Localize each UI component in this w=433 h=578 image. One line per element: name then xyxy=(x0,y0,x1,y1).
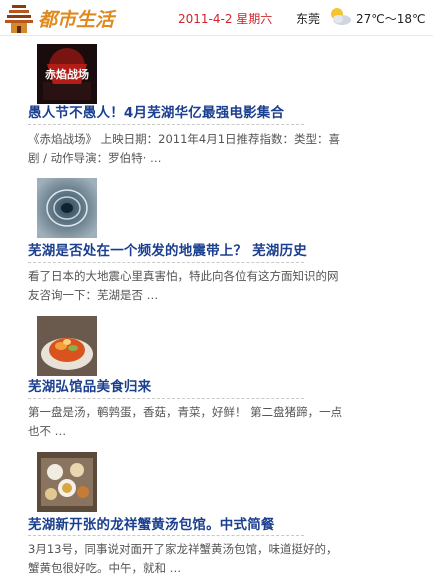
earthquake-photo-thumbnail[interactable] xyxy=(37,178,97,238)
site-logo[interactable]: 都市生活 xyxy=(2,1,152,35)
page-header: 都市生活 2011-4-2 星期六 东莞 27℃～18℃ xyxy=(0,0,433,36)
article-title[interactable]: 芜湖是否处在一个频发的地震带上？ 芜湖历史 xyxy=(28,239,408,259)
article-excerpt: 第一盘是汤，鹌鹑蛋，香菇，青菜，好鲜！ 第二盘猪蹄，一点 也不 … xyxy=(28,403,363,441)
soup-dumpling-photo-thumbnail[interactable] xyxy=(37,452,97,512)
article-title[interactable]: 芜湖新开张的龙祥蟹黄汤包馆。中式简餐 xyxy=(28,513,408,533)
poster-title: 赤焰战场 xyxy=(45,67,89,81)
title-divider xyxy=(28,124,304,125)
article-item: 赤焰战场 愚人节不愚人！4月芜湖华亿最强电影集合 《赤焰战场》 上映日期：201… xyxy=(28,44,408,169)
title-divider xyxy=(28,262,304,263)
partly-cloudy-icon xyxy=(331,8,351,25)
excerpt-line: 友咨询一下：芜湖是否 … xyxy=(28,288,159,302)
excerpt-line: 第一盘是汤，鹌鹑蛋，香菇，青菜，好鲜！ 第二盘猪蹄，一点 xyxy=(28,405,343,419)
article-item: 芜湖弘馆品美食归来 第一盘是汤，鹌鹑蛋，香菇，青菜，好鲜！ 第二盘猪蹄，一点 也… xyxy=(28,316,408,442)
title-divider xyxy=(28,535,304,536)
article-excerpt: 《赤焰战场》 上映日期：2011年4月1日推荐指数：类型：喜 剧 / 动作导演：… xyxy=(28,130,363,168)
article-title[interactable]: 愚人节不愚人！4月芜湖华亿最强电影集合 xyxy=(28,101,408,121)
excerpt-line: 《赤焰战场》 上映日期：2011年4月1日推荐指数：类型：喜 xyxy=(28,132,341,146)
logo-text: 都市生活 xyxy=(38,9,117,31)
food-photo-thumbnail[interactable] xyxy=(37,316,97,376)
header-divider xyxy=(0,35,433,36)
excerpt-line: 3月13号，同事说对面开了家龙祥蟹黄汤包馆，味道挺好的， xyxy=(28,542,338,556)
excerpt-line: 蟹黄包很好吃。中午，就和 … xyxy=(28,561,182,575)
excerpt-line: 看了日本的大地震心里真害怕，特此向各位有这方面知识的网 xyxy=(28,269,339,283)
movie-poster-thumbnail[interactable]: 赤焰战场 xyxy=(37,44,97,104)
article-excerpt: 看了日本的大地震心里真害怕，特此向各位有这方面知识的网 友咨询一下：芜湖是否 … xyxy=(28,267,363,305)
excerpt-line: 也不 … xyxy=(28,424,67,438)
article-item: 芜湖是否处在一个频发的地震带上？ 芜湖历史 看了日本的大地震心里真害怕，特此向各… xyxy=(28,178,408,306)
article-title[interactable]: 芜湖弘馆品美食归来 xyxy=(28,375,408,395)
city-name[interactable]: 东莞 xyxy=(296,10,320,27)
article-item: 芜湖新开张的龙祥蟹黄汤包馆。中式简餐 3月13号，同事说对面开了家龙祥蟹黄汤包馆… xyxy=(28,452,408,577)
current-date: 2011-4-2 星期六 xyxy=(178,12,273,26)
article-excerpt: 3月13号，同事说对面开了家龙祥蟹黄汤包馆，味道挺好的， 蟹黄包很好吃。中午，就… xyxy=(28,540,363,578)
temperature-range: 27℃～18℃ xyxy=(356,12,426,26)
excerpt-line: 剧 / 动作导演：罗伯特· … xyxy=(28,151,162,165)
title-divider xyxy=(28,398,304,399)
pagoda-logo-icon xyxy=(5,5,33,33)
